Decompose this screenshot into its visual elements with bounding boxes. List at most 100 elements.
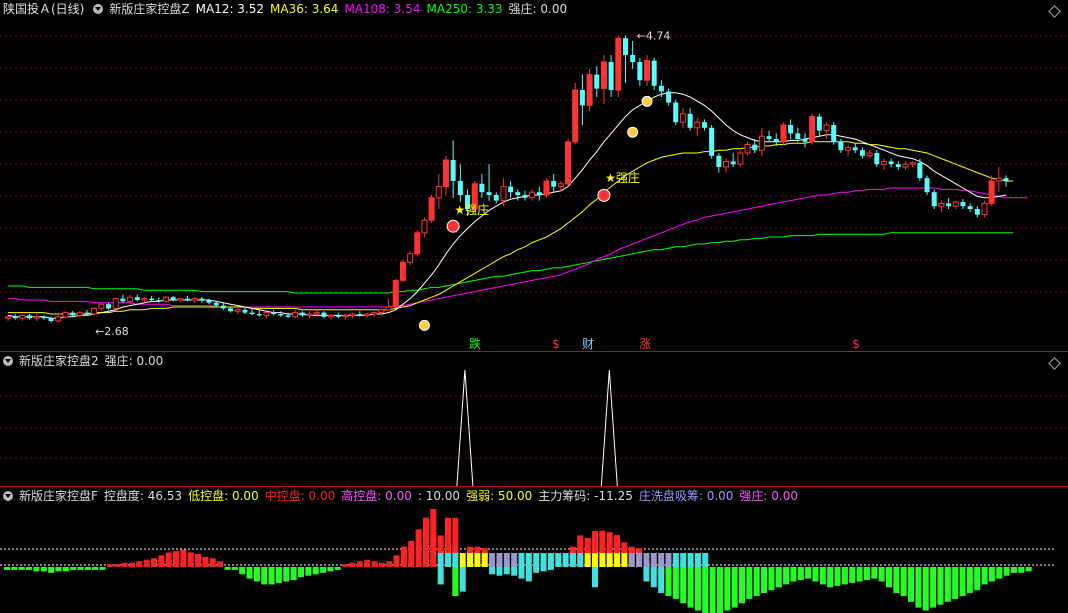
indicator2-chart xyxy=(0,369,1068,487)
control-bar xyxy=(790,567,797,582)
control-bar xyxy=(187,552,194,567)
candle-body xyxy=(946,203,952,207)
candle-body xyxy=(149,298,155,300)
indicator2-panel: 新版庄家控盘2 强庄: 0.00 xyxy=(0,352,1068,487)
candle-body xyxy=(407,253,414,263)
candle-body xyxy=(134,297,140,300)
control-bar xyxy=(268,567,275,585)
strength-bar xyxy=(562,553,569,567)
control-bar xyxy=(547,567,554,570)
control-bar xyxy=(930,567,937,608)
candle-body xyxy=(709,127,715,156)
price-chart: ←4.74 ←2.68 ★强庄 ★强庄跌 $ 财 涨 $ xyxy=(0,29,1068,351)
strength-bar xyxy=(525,553,532,567)
candle-body xyxy=(909,162,916,165)
candle-body xyxy=(536,192,542,195)
candle-body xyxy=(902,163,909,168)
candle-body xyxy=(321,312,327,317)
strength-bar xyxy=(672,553,679,567)
candle-body xyxy=(622,38,628,55)
candle-body xyxy=(12,316,18,319)
candle-body xyxy=(687,113,693,128)
candle-body xyxy=(271,312,277,314)
candle-body xyxy=(457,181,463,195)
control-bar xyxy=(40,567,47,572)
candle-body xyxy=(895,164,901,167)
candle-body xyxy=(127,296,134,302)
control-bar xyxy=(1025,567,1032,572)
strength-bar xyxy=(606,553,613,567)
control-bar xyxy=(408,540,415,567)
candle-body xyxy=(5,316,11,319)
strength-bar xyxy=(694,553,701,567)
control-bar xyxy=(452,567,459,596)
strength-bar xyxy=(702,553,709,567)
candle-body xyxy=(557,183,564,188)
candle-body-fill xyxy=(393,280,399,307)
candle-body xyxy=(421,219,428,234)
candle-body xyxy=(508,186,514,193)
control-bar xyxy=(753,567,760,596)
strength-bar xyxy=(636,553,643,567)
control-bar xyxy=(165,552,172,567)
candle-body xyxy=(522,195,528,198)
candle-body xyxy=(206,300,212,303)
control-bar xyxy=(356,561,363,567)
candle-body xyxy=(658,85,664,92)
candle-body xyxy=(27,315,33,319)
control-bar xyxy=(658,567,665,594)
candle-body xyxy=(967,206,973,209)
candle-body-fill xyxy=(615,38,621,90)
control-bar xyxy=(334,567,341,570)
control-bar xyxy=(298,567,304,578)
control-bar xyxy=(312,567,319,575)
control-bar xyxy=(687,567,694,608)
candle-body xyxy=(795,133,801,139)
strength-bar xyxy=(621,553,628,567)
candle-body xyxy=(931,192,937,207)
control-bar xyxy=(496,567,503,576)
control-bar xyxy=(26,567,33,570)
candle-body xyxy=(242,309,248,313)
candle-body xyxy=(84,312,90,314)
control-bar xyxy=(128,562,135,567)
candle-body xyxy=(716,155,722,167)
candle-body xyxy=(651,60,657,86)
candle-body xyxy=(493,195,499,201)
strength-bar xyxy=(437,553,444,567)
signal-label: $ xyxy=(552,337,560,351)
spike-line xyxy=(600,369,618,487)
money-bag-icon xyxy=(627,126,639,138)
strength-bar xyxy=(489,553,496,567)
signal-label: $ xyxy=(852,337,860,351)
candle-body xyxy=(141,298,148,301)
control-bar xyxy=(518,567,525,579)
control-bar xyxy=(503,567,510,575)
strength-bar xyxy=(467,553,474,567)
money-bag-icon xyxy=(418,319,430,331)
candle-body xyxy=(450,160,456,181)
candle-body xyxy=(292,312,299,318)
high-control-bar xyxy=(422,539,429,553)
control-bar xyxy=(62,567,69,572)
control-bar xyxy=(48,567,55,573)
candle-body xyxy=(888,161,894,165)
control-bar xyxy=(900,567,907,596)
control-bar xyxy=(959,567,966,596)
control-bar xyxy=(525,567,532,582)
candle-body xyxy=(960,202,966,207)
strength-bar xyxy=(650,553,657,567)
control-bar xyxy=(908,567,915,602)
candle-body-fill xyxy=(443,160,449,187)
candle-body xyxy=(551,181,557,187)
candle-body xyxy=(220,305,226,309)
candle-body xyxy=(579,90,585,106)
candle-body xyxy=(679,113,686,123)
candle-body xyxy=(694,121,701,129)
strength-bar xyxy=(540,553,547,567)
candle-body xyxy=(162,296,169,302)
candle-body xyxy=(263,312,270,316)
candle-body xyxy=(335,315,341,317)
control-bar xyxy=(878,567,885,582)
candle-body xyxy=(938,202,945,207)
